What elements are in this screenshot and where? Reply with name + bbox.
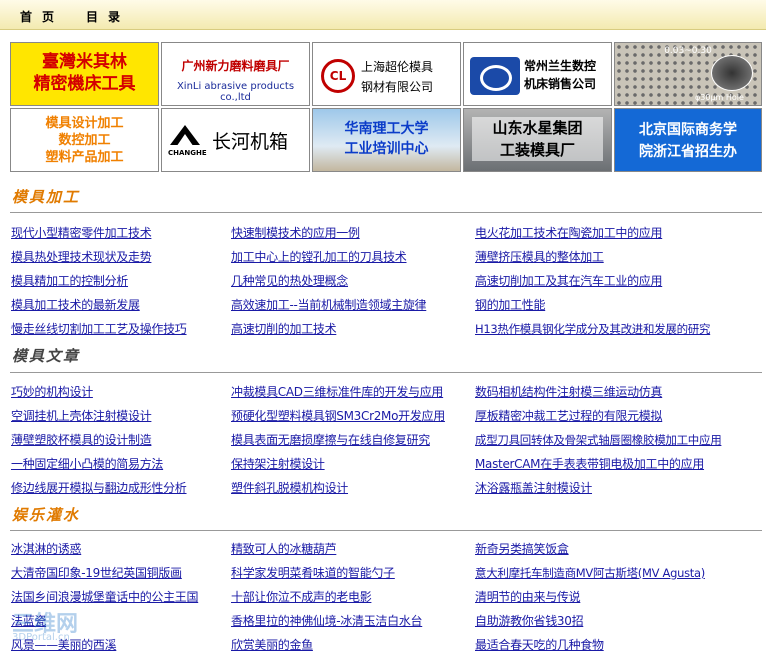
banner-lansheng-cnc[interactable]: 常州兰生数控 机床销售公司 bbox=[463, 42, 612, 106]
banner-text: 上海超伦模具 钢材有限公司 bbox=[361, 60, 434, 94]
banner-text: 山东水星集团 工装模具厂 bbox=[472, 117, 603, 161]
article-link[interactable]: 精致可人的冰糖葫芦 bbox=[231, 542, 337, 557]
article-link[interactable]: 现代小型精密零件加工技术 bbox=[11, 226, 152, 241]
article-link[interactable]: 慢走丝线切割加工工艺及操作技巧 bbox=[11, 322, 187, 337]
banner-michelin-tools[interactable]: 臺灣米其林 精密機床工具 bbox=[10, 42, 159, 106]
article-link[interactable]: 科学家发明菜肴味道的智能勺子 bbox=[231, 566, 395, 581]
article-link[interactable]: 加工中心上的镗孔加工的刀具技术 bbox=[231, 250, 407, 265]
banner-changhe-case[interactable]: CHANGHE 长河机箱 bbox=[161, 108, 310, 172]
article-link[interactable]: 塑件斜孔脱模机构设计 bbox=[231, 481, 348, 496]
article-link[interactable]: 高速切削的加工技术 bbox=[231, 322, 337, 337]
article-link[interactable]: 香格里拉的神佛仙境-冰清玉洁白水台 bbox=[231, 614, 423, 629]
banner-shandong-shuixing[interactable]: 山东水星集团 工装模具厂 bbox=[463, 108, 612, 172]
article-link[interactable]: 模具加工技术的最新发展 bbox=[11, 298, 140, 313]
banner-text: 长河机箱 bbox=[212, 131, 289, 153]
article-link[interactable]: 意大利摩托车制造商MV阿古斯塔(MV Agusta) bbox=[475, 566, 705, 581]
article-link[interactable]: 新奇另类搞笑饭盒 bbox=[475, 542, 569, 557]
article-link[interactable]: 薄壁挤压模具的整体加工 bbox=[475, 250, 604, 265]
article-link[interactable]: 厚板精密冲裁工艺过程的有限元模拟 bbox=[475, 409, 663, 424]
banner-text: 广州新力磨料磨具厂 bbox=[181, 59, 290, 73]
article-link[interactable]: 大清帝国印象-19世纪英国铜版画 bbox=[11, 566, 182, 581]
section-divider bbox=[10, 372, 762, 373]
article-link[interactable]: 快速制模技术的应用一例 bbox=[231, 226, 360, 241]
article-link[interactable]: 冰淇淋的诱惑 bbox=[11, 542, 82, 557]
banner-text: 模具设计加工 数控加工 塑料产品加工 bbox=[45, 116, 124, 165]
banner-micro-holes[interactable]: 0.03~0.30 φ30μm Hole bbox=[614, 42, 762, 106]
lansheng-logo-icon bbox=[470, 57, 520, 95]
nav-home-link[interactable]: 首页 bbox=[20, 8, 64, 25]
banner-text: 北京国际商务学 院浙江省招生办 bbox=[639, 122, 737, 160]
banner-xinli-abrasives[interactable]: 广州新力磨料磨具厂 XinLi abrasive products co.,lt… bbox=[161, 42, 310, 106]
banner-text: 臺灣米其林 精密機床工具 bbox=[33, 52, 136, 94]
article-link[interactable]: 高效速加工--当前机械制造领域主旋律 bbox=[231, 298, 427, 313]
article-link[interactable]: 模具热处理技术现状及走势 bbox=[11, 250, 152, 265]
article-link[interactable]: H13热作模具钢化学成分及其改进和发展的研究 bbox=[475, 322, 710, 337]
article-link[interactable]: 冲裁模具CAD三维标准件库的开发与应用 bbox=[231, 385, 443, 400]
article-link[interactable]: 钢的加工性能 bbox=[475, 298, 546, 313]
section-title: 模具加工 bbox=[12, 188, 81, 206]
article-link[interactable]: 数码相机结构件注射模三维运动仿真 bbox=[475, 385, 663, 400]
ad-banner-grid: 臺灣米其林 精密機床工具 广州新力磨料磨具厂 XinLi abrasive pr… bbox=[10, 42, 762, 173]
article-link[interactable]: 自助游教你省钱30招 bbox=[475, 614, 584, 629]
banner-chaolun-moulds[interactable]: CL 上海超伦模具 钢材有限公司 bbox=[312, 42, 461, 106]
banner-subtext: XinLi abrasive products co.,ltd bbox=[176, 81, 295, 103]
article-link[interactable]: 一种固定细小凸模的简易方法 bbox=[11, 457, 163, 472]
banner-mould-design[interactable]: 模具设计加工 数控加工 塑料产品加工 bbox=[10, 108, 159, 172]
cl-logo-icon: CL bbox=[321, 59, 355, 93]
article-link[interactable]: 最适合春天吃的几种食物 bbox=[475, 638, 604, 653]
article-link[interactable]: 模具表面无磨损摩擦与在线自修复研究 bbox=[231, 433, 430, 448]
article-link[interactable]: 空调挂机上壳体注射模设计 bbox=[11, 409, 152, 424]
nav-catalog-link[interactable]: 目录 bbox=[86, 8, 130, 25]
changhe-logo-icon bbox=[170, 125, 200, 145]
section-divider bbox=[10, 212, 762, 213]
article-link[interactable]: 模具精加工的控制分析 bbox=[11, 274, 128, 289]
hole-closeup-image bbox=[711, 55, 753, 91]
banner-beijing-business[interactable]: 北京国际商务学 院浙江省招生办 bbox=[614, 108, 762, 172]
article-link[interactable]: 几种常见的热处理概念 bbox=[231, 274, 348, 289]
article-link[interactable]: 十部让你泣不成声的老电影 bbox=[231, 590, 372, 605]
article-link[interactable]: 薄壁塑胶杯模具的设计制造 bbox=[11, 433, 152, 448]
article-link[interactable]: 沐浴露瓶盖注射模设计 bbox=[475, 481, 592, 496]
section-title: 娱乐灌水 bbox=[12, 506, 81, 524]
article-link[interactable]: 预硬化型塑料模具钢SM3Cr2Mo开发应用 bbox=[231, 409, 445, 424]
banner-logo-text: CHANGHE bbox=[168, 149, 207, 157]
article-link[interactable]: 清明节的由来与传说 bbox=[475, 590, 581, 605]
article-link[interactable]: 保持架注射模设计 bbox=[231, 457, 325, 472]
banner-scut-training[interactable]: 华南理工大学 工业培训中心 bbox=[312, 108, 461, 172]
article-link[interactable]: MasterCAM在手表表带铜电极加工中的应用 bbox=[475, 457, 704, 472]
banner-text: 常州兰生数控 机床销售公司 bbox=[524, 59, 597, 91]
banner-text: 华南理工大学 工业培训中心 bbox=[344, 121, 429, 157]
article-link[interactable]: 电火花加工技术在陶瓷加工中的应用 bbox=[475, 226, 663, 241]
article-link[interactable]: 欣赏美丽的金鱼 bbox=[231, 638, 313, 653]
banner-text: 0.03~0.30 bbox=[664, 46, 712, 56]
top-nav: 首页 目录 bbox=[0, 0, 766, 30]
section-title: 模具文章 bbox=[12, 347, 81, 365]
article-link[interactable]: 法国乡间浪漫城堡童话中的公主王国 bbox=[11, 590, 199, 605]
article-link[interactable]: 高速切削加工及其在汽车工业的应用 bbox=[475, 274, 663, 289]
site-watermark-url: 3DPortal.cn bbox=[12, 632, 70, 643]
article-link[interactable]: 巧妙的机构设计 bbox=[11, 385, 93, 400]
section-divider bbox=[10, 530, 762, 531]
article-link[interactable]: 修边线展开模拟与翻边成形性分析 bbox=[11, 481, 187, 496]
banner-caption: φ30μm Hole bbox=[695, 93, 744, 102]
article-link[interactable]: 成型刀具回转体及骨架式轴唇圈橡胶模加工中应用 bbox=[475, 433, 722, 448]
